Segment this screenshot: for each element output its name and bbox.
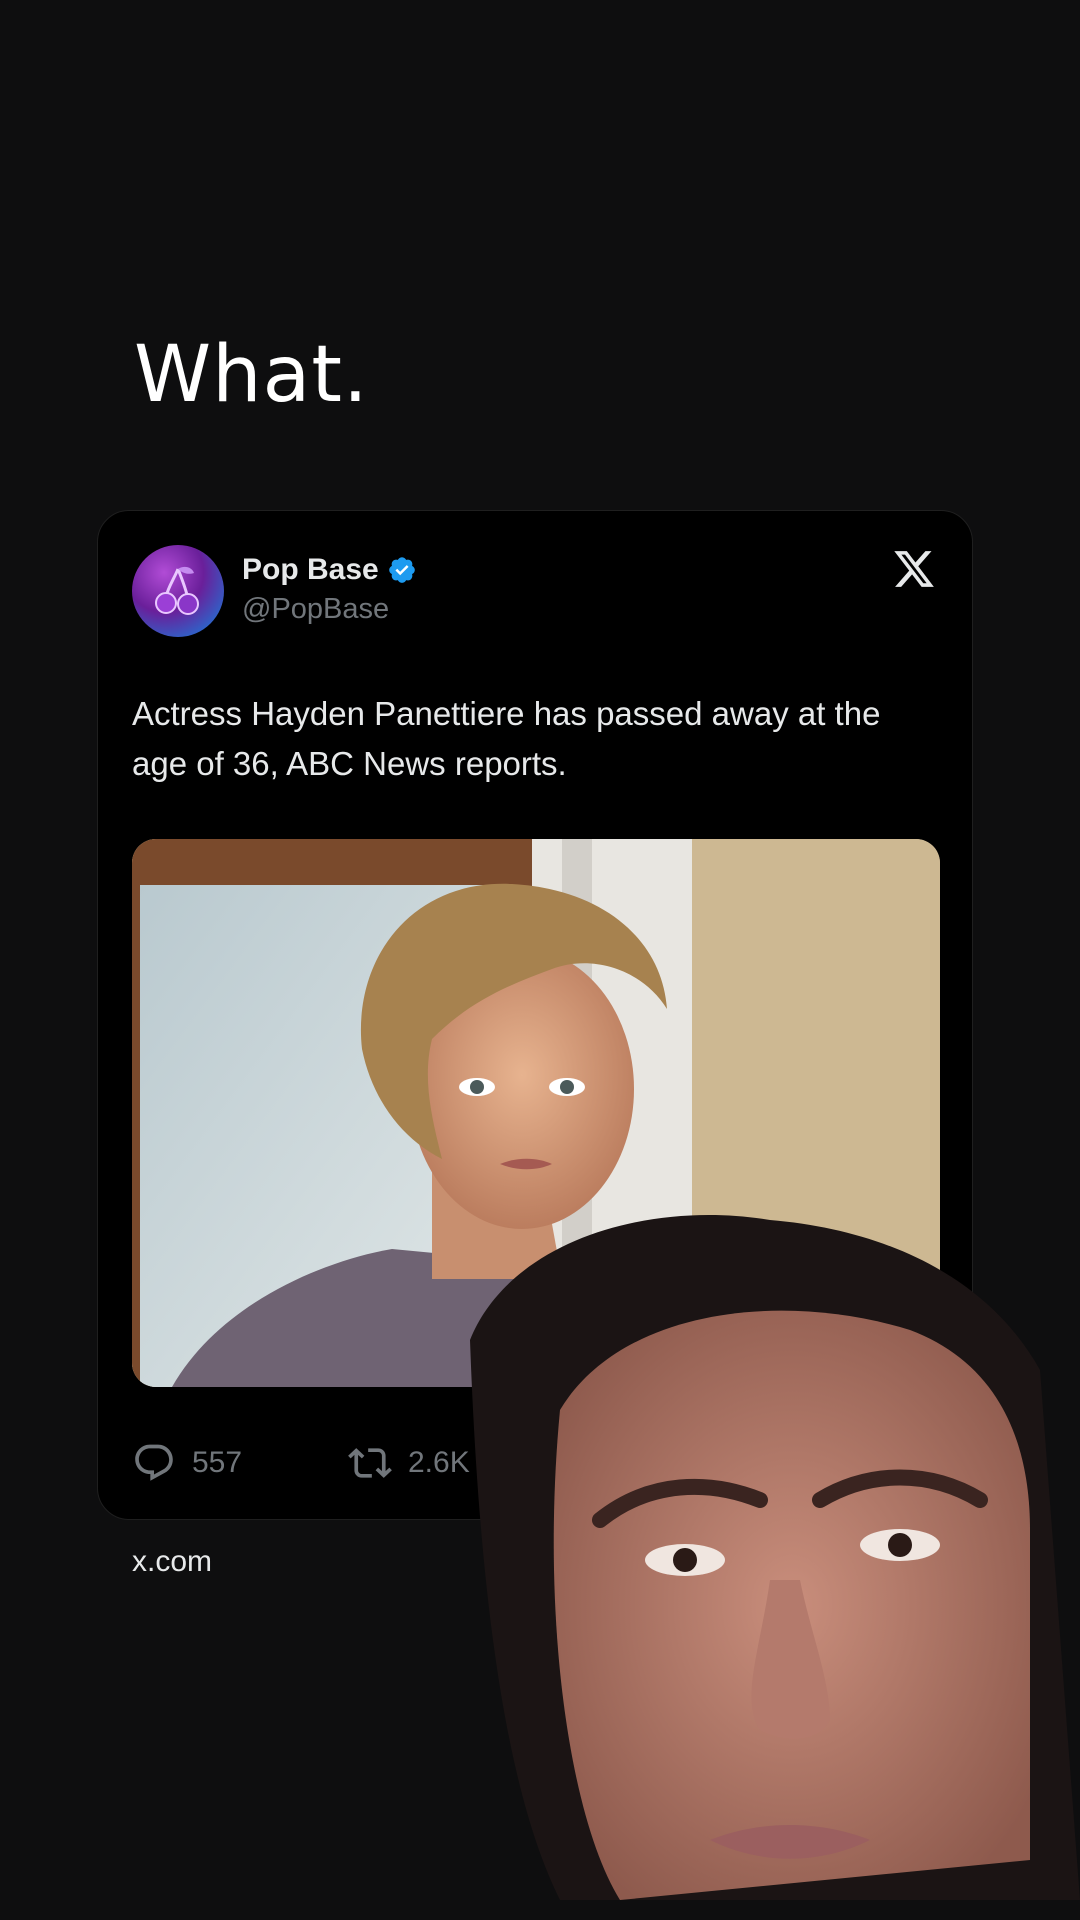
source-label: x.com: [132, 1545, 213, 1578]
reaction-face-image: [470, 1215, 1080, 1900]
repost-count: 2.6K: [408, 1446, 470, 1479]
avatar[interactable]: [132, 545, 224, 637]
verified-badge-icon: [388, 557, 415, 583]
repost-metric[interactable]: 2.6K: [348, 1441, 470, 1485]
reaction-face-overlay: [470, 1200, 1080, 1900]
caption-text: What.: [134, 330, 369, 420]
reply-count: 557: [192, 1446, 243, 1479]
author-handle[interactable]: @PopBase: [242, 593, 389, 626]
reply-icon: [135, 1444, 173, 1481]
repost-icon: [348, 1448, 392, 1478]
author-name[interactable]: Pop Base: [242, 553, 379, 587]
cherry-icon: [155, 566, 199, 615]
tweet-text: Actress Hayden Panettiere has passed awa…: [132, 695, 881, 782]
x-logo-icon[interactable]: [892, 547, 936, 591]
author-name-row: Pop Base: [242, 553, 417, 587]
reply-metric[interactable]: 557: [132, 1441, 242, 1485]
